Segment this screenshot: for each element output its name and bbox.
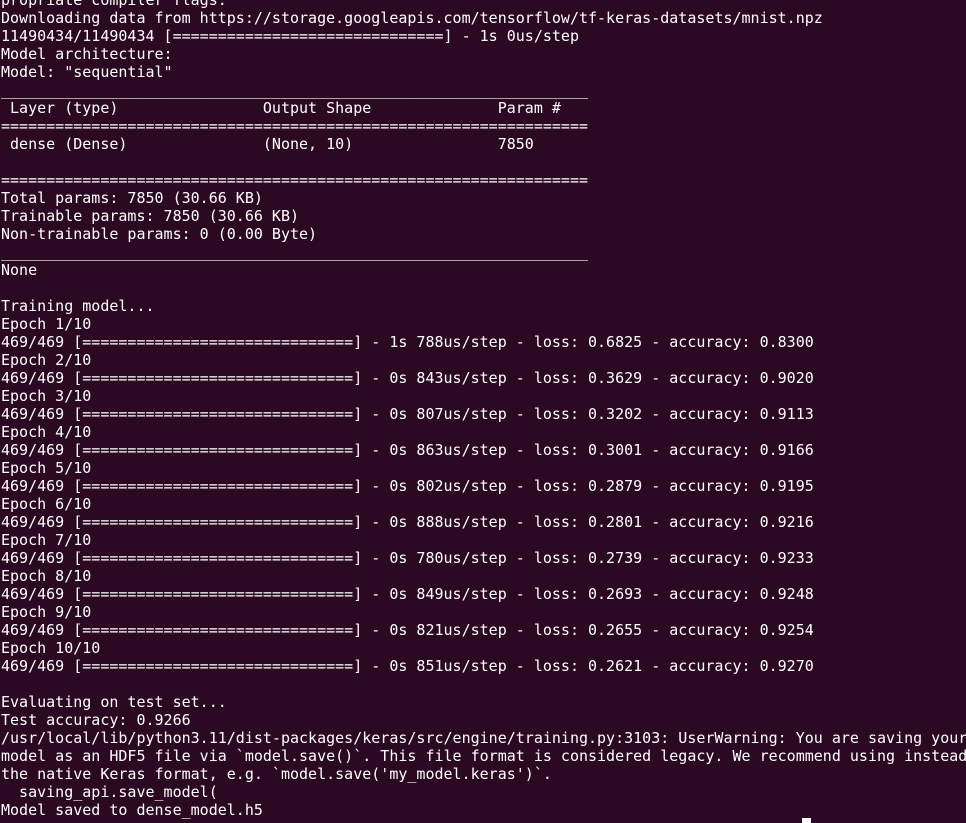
terminal-cursor: [802, 818, 811, 823]
terminal-line: Epoch 10/10: [1, 639, 101, 657]
terminal-line: 469/469 [==============================]…: [1, 441, 814, 459]
terminal-line: Model: "sequential": [1, 63, 173, 81]
terminal-line: Epoch 5/10: [1, 459, 92, 477]
terminal-line: Epoch 9/10: [1, 603, 92, 621]
terminal-line: Epoch 4/10: [1, 423, 92, 441]
terminal-line: Downloading data from https://storage.go…: [1, 9, 823, 27]
terminal-line: Epoch 3/10: [1, 387, 92, 405]
terminal-line: the native Keras format, e.g. `model.sav…: [1, 765, 552, 783]
terminal-line: 469/469 [==============================]…: [1, 585, 814, 603]
terminal-line: Training model...: [1, 297, 155, 315]
terminal-line: 469/469 [==============================]…: [1, 621, 814, 639]
terminal-line: Non-trainable params: 0 (0.00 Byte): [1, 225, 318, 243]
terminal-line: dense (Dense) (None, 10) 7850: [1, 135, 534, 153]
terminal-output: propriate compiler flags. Downloading dat…: [1, 0, 966, 819]
terminal-line: ========================================…: [1, 117, 588, 135]
terminal-line: 469/469 [==============================]…: [1, 405, 814, 423]
terminal-line: ________________________________________…: [1, 81, 588, 99]
terminal-line: Epoch 7/10: [1, 531, 92, 549]
terminal-window[interactable]: propriate compiler flags. Downloading dat…: [0, 0, 966, 823]
terminal-line: Epoch 1/10: [1, 315, 92, 333]
terminal-line: 469/469 [==============================]…: [1, 477, 814, 495]
terminal-line: 469/469 [==============================]…: [1, 549, 814, 567]
terminal-line: 11490434/11490434 [=====================…: [1, 27, 579, 45]
terminal-line: 469/469 [==============================]…: [1, 369, 814, 387]
terminal-line: saving_api.save_model(: [1, 783, 218, 801]
terminal-line: Model architecture:: [1, 45, 173, 63]
terminal-line: /usr/local/lib/python3.11/dist-packages/…: [1, 729, 966, 747]
terminal-line: Layer (type) Output Shape Param #: [1, 99, 561, 117]
terminal-line: Epoch 6/10: [1, 495, 92, 513]
terminal-line: ========================================…: [1, 171, 588, 189]
terminal-line: Test accuracy: 0.9266: [1, 711, 191, 729]
terminal-line: 469/469 [==============================]…: [1, 513, 814, 531]
terminal-line: 469/469 [==============================]…: [1, 657, 814, 675]
terminal-line: Model saved to dense_model.h5: [1, 801, 263, 819]
terminal-line: 469/469 [==============================]…: [1, 333, 814, 351]
terminal-line: Trainable params: 7850 (30.66 KB): [1, 207, 300, 225]
terminal-line: Epoch 8/10: [1, 567, 92, 585]
terminal-line: None: [1, 261, 38, 279]
terminal-line: ________________________________________…: [1, 243, 588, 261]
terminal-line: Total params: 7850 (30.66 KB): [1, 189, 263, 207]
terminal-line: propriate compiler flags.: [1, 0, 227, 9]
terminal-line: model as an HDF5 file via `model.save()`…: [1, 747, 966, 765]
terminal-line: Epoch 2/10: [1, 351, 92, 369]
terminal-line: Evaluating on test set...: [1, 693, 227, 711]
